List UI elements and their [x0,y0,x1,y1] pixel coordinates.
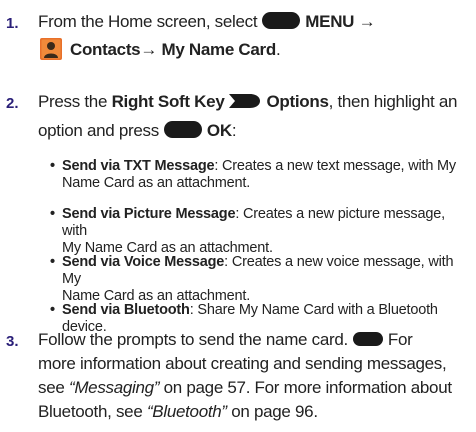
step-3-line-4: Bluetooth, see “Bluetooth” on page 96. [38,402,318,422]
option-title: Send via Bluetooth [62,302,190,318]
step-2-line-1: Press the Right Soft Key Options, then hi… [38,92,457,112]
step-text: Follow the prompts to send the name card… [38,330,348,349]
ok-label: OK [206,121,232,140]
bullet-icon: • [50,206,55,222]
ok-key-icon [163,121,202,138]
list-item: • Send via Voice Message: Creates a new … [50,254,470,305]
option-desc: : Creates a new text message, with My [214,158,456,174]
instruction-page: 1. From the Home screen, select MENU → Co… [0,0,476,432]
step-text: on page 57. For more information about [163,378,452,397]
step-number: 2. [6,95,19,112]
step-1-line-1: From the Home screen, select MENU → [38,12,376,32]
option-desc: Name Card as an attachment. [62,175,251,191]
bluetooth-reference: “Bluetooth” [146,402,227,421]
step-text: see [38,378,65,397]
menu-key-icon [262,12,301,29]
options-label: Options [266,92,329,111]
step-number: 3. [6,333,19,350]
option-title: Send via Picture Message [62,206,236,222]
menu-label: MENU → [305,12,376,31]
option-title: Send via TXT Message [62,158,215,174]
contacts-path: Contacts→ My Name Card [70,40,276,59]
step-3-line-2: more information about creating and send… [38,354,447,374]
step-3-line-1: Follow the prompts to send the name card… [38,330,413,350]
step-text: Press the [38,92,108,111]
right-soft-key-icon [229,94,261,108]
messaging-reference: “Messaging” [68,378,160,397]
step-number: 1. [6,15,19,32]
bullet-icon: • [50,302,55,318]
clear-key-icon [352,332,383,346]
step-text: From the Home screen, select [38,12,258,31]
list-item: • Send via TXT Message: Creates a new te… [50,158,470,192]
bullet-icon: • [50,254,55,270]
contacts-icon [40,38,62,60]
step-text: more information about creating and send… [38,354,447,373]
step-text: , then highlight an [328,92,458,111]
list-item: • Send via Picture Message: Creates a ne… [50,206,470,257]
step-text: . [275,40,281,59]
step-text: Bluetooth, see [38,402,143,421]
step-text: on page 96. [231,402,318,421]
step-1-line-2: Contacts→ My Name Card. [40,38,281,60]
step-text: option and press [38,121,159,140]
option-title: Send via Voice Message [62,254,225,270]
step-2-line-2: option and press OK: [38,121,237,141]
step-text: : [231,121,237,140]
right-soft-key-label: Right Soft Key [111,92,225,111]
step-3-line-3: see “Messaging” on page 57. For more inf… [38,378,452,398]
step-text: For [387,330,413,349]
bullet-icon: • [50,158,55,174]
